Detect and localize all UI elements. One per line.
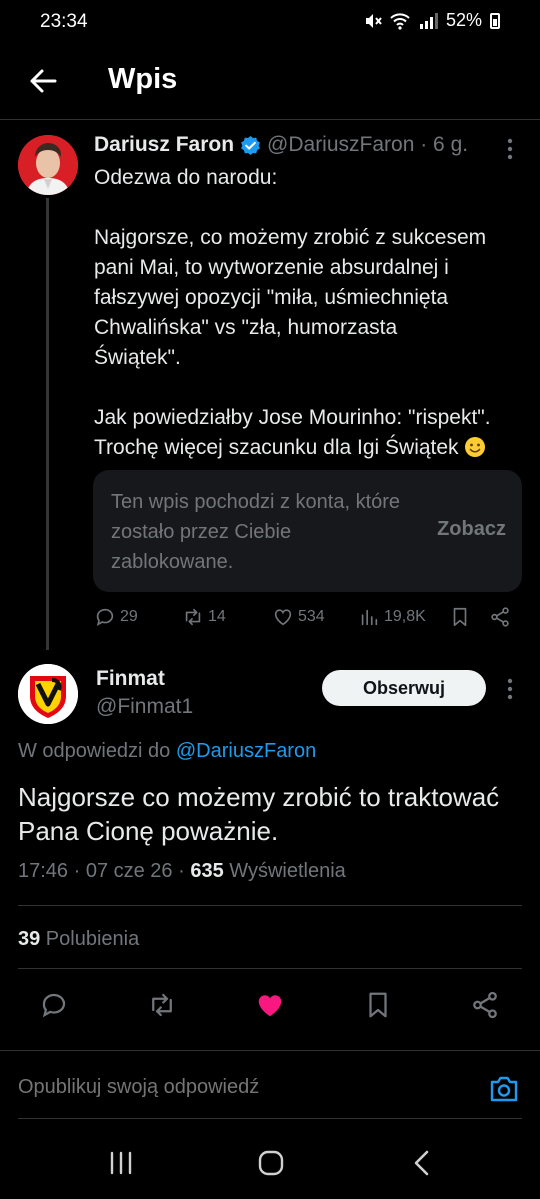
likes-label: Polubienia: [40, 928, 140, 950]
back-icon[interactable]: [408, 1148, 438, 1178]
repost-count: 14: [208, 608, 226, 625]
follow-button[interactable]: Obserwuj: [322, 670, 486, 706]
avatar[interactable]: [18, 664, 78, 724]
tweet-metadata: 17:46 · 07 cze 26 · 635 Wyświetlenia: [18, 860, 346, 883]
bookmark-icon[interactable]: [363, 990, 393, 1020]
parent-author-row: Dariusz Faron @DariuszFaron · 6 g.: [94, 133, 468, 157]
thread-connector: [46, 198, 49, 650]
share-icon: [491, 607, 509, 627]
blocked-notice: Ten wpis pochodzi z konta, które zostało…: [111, 491, 401, 573]
text-line: Trochę więcej szacunku dla Igi Świątek: [94, 436, 459, 459]
views-count: 635: [190, 860, 224, 882]
likes-count: 39: [18, 928, 41, 950]
header-divider: [0, 119, 540, 120]
reply-author-handle: @Finmat1: [96, 695, 194, 718]
text-line: Najgorsze, co możemy zrobić z sukcesem: [94, 226, 487, 249]
likes-summary[interactable]: 39 Polubienia: [18, 928, 139, 951]
battery-percent: 52%: [445, 10, 482, 30]
share-icon[interactable]: [470, 990, 500, 1020]
smiley-emoji-icon: [465, 437, 486, 457]
camera-icon[interactable]: [488, 1074, 520, 1104]
repost-icon[interactable]: [147, 990, 177, 1020]
divider: [18, 968, 522, 969]
like-action[interactable]: 534: [272, 606, 325, 628]
views-count: 19,8K: [384, 608, 426, 625]
mention-link[interactable]: @DariuszFaron: [176, 740, 316, 762]
divider: [18, 905, 522, 906]
divider: [0, 1050, 540, 1051]
reply-icon[interactable]: [39, 990, 69, 1020]
blocked-quote-card: Ten wpis pochodzi z konta, które zostało…: [93, 470, 522, 592]
system-nav-bar: [0, 1130, 540, 1199]
battery-icon: [490, 12, 500, 29]
reply-tweet-text: Najgorsze co możemy zrobić to traktować …: [18, 782, 500, 846]
avatar-portrait-image: [18, 135, 78, 195]
views-icon: [361, 609, 378, 626]
text-line: pani Mai, to wytworzenie absurdalnej i: [94, 256, 449, 279]
recent-apps-icon[interactable]: [106, 1148, 136, 1178]
page-title: Wpis: [108, 63, 178, 95]
bookmark-icon: [453, 607, 467, 627]
repost-action[interactable]: 14: [182, 606, 226, 628]
back-arrow-icon[interactable]: [28, 66, 58, 96]
reply-tweet-actions: [0, 990, 540, 1024]
text-line: [94, 373, 534, 403]
view-blocked-button[interactable]: Zobacz: [437, 518, 506, 541]
heart-filled-icon[interactable]: [255, 990, 285, 1020]
home-icon[interactable]: [256, 1148, 286, 1178]
repost-icon: [185, 608, 201, 626]
status-bar: 23:34 52%: [0, 0, 540, 46]
heart-icon: [274, 609, 292, 626]
author-handle-time: @DariuszFaron · 6 g.: [267, 133, 469, 156]
verified-badge-icon: [241, 135, 260, 155]
in-reply-prefix: W odpowiedzi do: [18, 740, 176, 762]
mute-icon: [365, 13, 382, 28]
reply-action[interactable]: 29: [94, 606, 138, 628]
views-label: Wyświetlenia: [223, 860, 346, 882]
like-count: 534: [298, 608, 325, 625]
top-bar: Wpis: [0, 48, 540, 114]
timestamp: 17:46 · 07 cze 26 ·: [18, 860, 191, 882]
text-line: Jak powiedziałby Jose Mourinho: "rispekt…: [94, 406, 491, 429]
text-line: Chwalińska" vs "zła, humorzasta: [94, 316, 398, 339]
more-options-icon[interactable]: [507, 138, 513, 160]
bookmark-action[interactable]: [449, 606, 471, 628]
reply-input[interactable]: [18, 1076, 438, 1099]
author-name[interactable]: Dariusz Faron: [94, 133, 234, 157]
text-line: [94, 193, 534, 223]
reply-count: 29: [120, 608, 138, 625]
club-logo-image: [18, 664, 78, 724]
views-action[interactable]: 19,8K: [358, 606, 426, 628]
status-icons: 52%: [362, 10, 500, 31]
reply-author-name[interactable]: Finmat: [96, 667, 165, 691]
text-line: fałszywej opozycji "miła, uśmiechnięta: [94, 286, 449, 309]
divider: [18, 1118, 522, 1119]
text-line: Świątek".: [94, 346, 181, 369]
reply-icon: [96, 608, 114, 626]
status-time: 23:34: [40, 11, 88, 32]
in-reply-to: W odpowiedzi do @DariuszFaron: [18, 740, 316, 763]
text-line: Odezwa do narodu:: [94, 166, 278, 189]
wifi-icon: [390, 12, 410, 30]
signal-icon: [419, 12, 438, 29]
more-options-icon[interactable]: [507, 678, 513, 700]
parent-tweet-text[interactable]: Odezwa do narodu: Najgorsze, co możemy z…: [94, 163, 534, 463]
share-action[interactable]: [489, 606, 511, 628]
avatar[interactable]: [18, 135, 78, 195]
text-line-last: Trochę więcej szacunku dla Igi Świątek: [94, 433, 534, 463]
parent-tweet-actions: 29 14 534 19,8K: [94, 606, 524, 634]
